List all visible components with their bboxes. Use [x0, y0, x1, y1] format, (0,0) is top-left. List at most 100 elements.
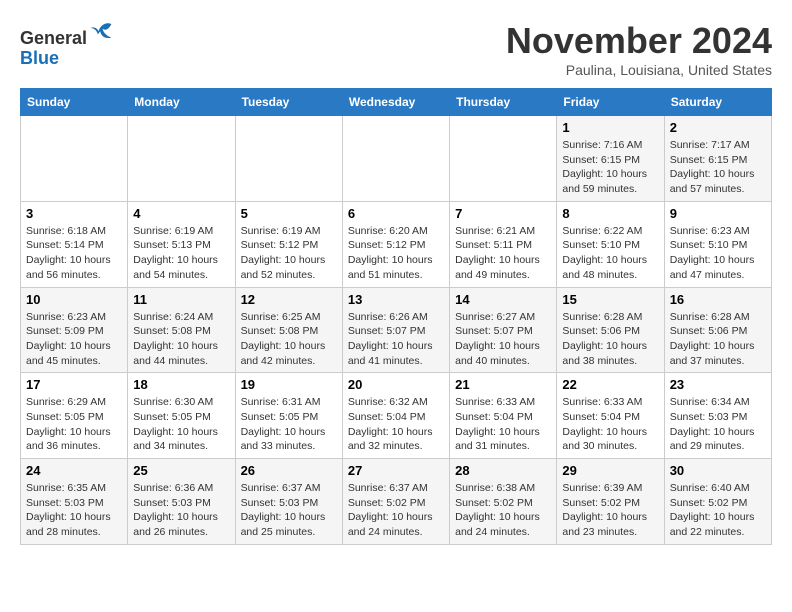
calendar-week-row: 3 Sunrise: 6:18 AM Sunset: 5:14 PM Daylig… — [21, 201, 772, 287]
calendar-cell: 2 Sunrise: 7:17 AM Sunset: 6:15 PM Daylig… — [664, 116, 771, 202]
calendar-cell — [21, 116, 128, 202]
location: Paulina, Louisiana, United States — [506, 62, 772, 78]
day-info: Sunrise: 6:21 AM Sunset: 5:11 PM Dayligh… — [455, 224, 551, 283]
day-number: 14 — [455, 292, 551, 307]
day-number: 2 — [670, 120, 766, 135]
calendar-cell — [450, 116, 557, 202]
day-number: 4 — [133, 206, 229, 221]
calendar-week-row: 24 Sunrise: 6:35 AM Sunset: 5:03 PM Dayli… — [21, 459, 772, 545]
day-number: 27 — [348, 463, 444, 478]
day-number: 16 — [670, 292, 766, 307]
day-number: 28 — [455, 463, 551, 478]
day-info: Sunrise: 6:38 AM Sunset: 5:02 PM Dayligh… — [455, 481, 551, 540]
weekday-header: Saturday — [664, 89, 771, 116]
calendar-cell: 19 Sunrise: 6:31 AM Sunset: 5:05 PM Dayli… — [235, 373, 342, 459]
day-number: 11 — [133, 292, 229, 307]
day-info: Sunrise: 6:28 AM Sunset: 5:06 PM Dayligh… — [670, 310, 766, 369]
day-info: Sunrise: 6:23 AM Sunset: 5:09 PM Dayligh… — [26, 310, 122, 369]
day-number: 21 — [455, 377, 551, 392]
day-info: Sunrise: 6:18 AM Sunset: 5:14 PM Dayligh… — [26, 224, 122, 283]
calendar-cell: 28 Sunrise: 6:38 AM Sunset: 5:02 PM Dayli… — [450, 459, 557, 545]
calendar-cell: 4 Sunrise: 6:19 AM Sunset: 5:13 PM Daylig… — [128, 201, 235, 287]
day-info: Sunrise: 6:39 AM Sunset: 5:02 PM Dayligh… — [562, 481, 658, 540]
day-number: 5 — [241, 206, 337, 221]
logo: General Blue — [20, 20, 113, 69]
logo-general: General — [20, 28, 87, 48]
day-info: Sunrise: 6:31 AM Sunset: 5:05 PM Dayligh… — [241, 395, 337, 454]
day-number: 18 — [133, 377, 229, 392]
day-number: 3 — [26, 206, 122, 221]
day-number: 20 — [348, 377, 444, 392]
calendar-cell: 29Sunrise: 6:39 AM Sunset: 5:02 PM Dayli… — [557, 459, 664, 545]
calendar-cell: 15 Sunrise: 6:28 AM Sunset: 5:06 PM Dayli… — [557, 287, 664, 373]
day-number: 1 — [562, 120, 658, 135]
day-number: 13 — [348, 292, 444, 307]
day-number: 23 — [670, 377, 766, 392]
day-info: Sunrise: 6:40 AM Sunset: 5:02 PM Dayligh… — [670, 481, 766, 540]
day-number: 10 — [26, 292, 122, 307]
day-info: Sunrise: 6:33 AM Sunset: 5:04 PM Dayligh… — [562, 395, 658, 454]
day-info: Sunrise: 6:23 AM Sunset: 5:10 PM Dayligh… — [670, 224, 766, 283]
day-info: Sunrise: 7:16 AM Sunset: 6:15 PM Dayligh… — [562, 138, 658, 197]
day-info: Sunrise: 6:29 AM Sunset: 5:05 PM Dayligh… — [26, 395, 122, 454]
weekday-header: Thursday — [450, 89, 557, 116]
day-info: Sunrise: 6:26 AM Sunset: 5:07 PM Dayligh… — [348, 310, 444, 369]
calendar-cell: 5 Sunrise: 6:19 AM Sunset: 5:12 PM Daylig… — [235, 201, 342, 287]
day-info: Sunrise: 6:19 AM Sunset: 5:13 PM Dayligh… — [133, 224, 229, 283]
day-number: 17 — [26, 377, 122, 392]
day-info: Sunrise: 6:37 AM Sunset: 5:03 PM Dayligh… — [241, 481, 337, 540]
calendar-cell: 20 Sunrise: 6:32 AM Sunset: 5:04 PM Dayli… — [342, 373, 449, 459]
calendar-cell: 27 Sunrise: 6:37 AM Sunset: 5:02 PM Dayli… — [342, 459, 449, 545]
day-number: 24 — [26, 463, 122, 478]
day-number: 25 — [133, 463, 229, 478]
calendar-cell: 22 Sunrise: 6:33 AM Sunset: 5:04 PM Dayli… — [557, 373, 664, 459]
day-number: 12 — [241, 292, 337, 307]
calendar-week-row: 10 Sunrise: 6:23 AM Sunset: 5:09 PM Dayli… — [21, 287, 772, 373]
calendar-cell: 7 Sunrise: 6:21 AM Sunset: 5:11 PM Daylig… — [450, 201, 557, 287]
day-info: Sunrise: 6:33 AM Sunset: 5:04 PM Dayligh… — [455, 395, 551, 454]
calendar-cell: 30Sunrise: 6:40 AM Sunset: 5:02 PM Dayli… — [664, 459, 771, 545]
weekday-header: Sunday — [21, 89, 128, 116]
weekday-header: Monday — [128, 89, 235, 116]
day-info: Sunrise: 6:27 AM Sunset: 5:07 PM Dayligh… — [455, 310, 551, 369]
calendar-cell: 26 Sunrise: 6:37 AM Sunset: 5:03 PM Dayli… — [235, 459, 342, 545]
calendar-cell: 10 Sunrise: 6:23 AM Sunset: 5:09 PM Dayli… — [21, 287, 128, 373]
calendar-cell: 17 Sunrise: 6:29 AM Sunset: 5:05 PM Dayli… — [21, 373, 128, 459]
day-number: 15 — [562, 292, 658, 307]
weekday-header: Tuesday — [235, 89, 342, 116]
day-number: 22 — [562, 377, 658, 392]
calendar-table: SundayMondayTuesdayWednesdayThursdayFrid… — [20, 88, 772, 545]
day-info: Sunrise: 6:19 AM Sunset: 5:12 PM Dayligh… — [241, 224, 337, 283]
day-number: 26 — [241, 463, 337, 478]
day-number: 6 — [348, 206, 444, 221]
calendar-cell: 1 Sunrise: 7:16 AM Sunset: 6:15 PM Daylig… — [557, 116, 664, 202]
day-info: Sunrise: 6:28 AM Sunset: 5:06 PM Dayligh… — [562, 310, 658, 369]
day-number: 19 — [241, 377, 337, 392]
day-info: Sunrise: 6:22 AM Sunset: 5:10 PM Dayligh… — [562, 224, 658, 283]
calendar-cell: 6 Sunrise: 6:20 AM Sunset: 5:12 PM Daylig… — [342, 201, 449, 287]
title-block: November 2024 Paulina, Louisiana, United… — [506, 20, 772, 78]
logo-blue: Blue — [20, 48, 59, 68]
day-info: Sunrise: 6:34 AM Sunset: 5:03 PM Dayligh… — [670, 395, 766, 454]
calendar-cell: 13 Sunrise: 6:26 AM Sunset: 5:07 PM Dayli… — [342, 287, 449, 373]
day-info: Sunrise: 6:24 AM Sunset: 5:08 PM Dayligh… — [133, 310, 229, 369]
day-info: Sunrise: 7:17 AM Sunset: 6:15 PM Dayligh… — [670, 138, 766, 197]
day-info: Sunrise: 6:25 AM Sunset: 5:08 PM Dayligh… — [241, 310, 337, 369]
calendar-cell: 12 Sunrise: 6:25 AM Sunset: 5:08 PM Dayli… — [235, 287, 342, 373]
day-info: Sunrise: 6:32 AM Sunset: 5:04 PM Dayligh… — [348, 395, 444, 454]
calendar-cell: 23 Sunrise: 6:34 AM Sunset: 5:03 PM Dayli… — [664, 373, 771, 459]
day-info: Sunrise: 6:35 AM Sunset: 5:03 PM Dayligh… — [26, 481, 122, 540]
calendar-cell — [235, 116, 342, 202]
calendar-cell: 3 Sunrise: 6:18 AM Sunset: 5:14 PM Daylig… — [21, 201, 128, 287]
weekday-header: Friday — [557, 89, 664, 116]
page-header: General Blue November 2024 Paulina, Loui… — [20, 20, 772, 78]
day-info: Sunrise: 6:36 AM Sunset: 5:03 PM Dayligh… — [133, 481, 229, 540]
day-info: Sunrise: 6:20 AM Sunset: 5:12 PM Dayligh… — [348, 224, 444, 283]
month-title: November 2024 — [506, 20, 772, 62]
calendar-cell: 16 Sunrise: 6:28 AM Sunset: 5:06 PM Dayli… — [664, 287, 771, 373]
calendar-week-row: 1 Sunrise: 7:16 AM Sunset: 6:15 PM Daylig… — [21, 116, 772, 202]
calendar-cell: 14 Sunrise: 6:27 AM Sunset: 5:07 PM Dayli… — [450, 287, 557, 373]
day-info: Sunrise: 6:37 AM Sunset: 5:02 PM Dayligh… — [348, 481, 444, 540]
calendar-cell: 8Sunrise: 6:22 AM Sunset: 5:10 PM Daylig… — [557, 201, 664, 287]
day-number: 7 — [455, 206, 551, 221]
